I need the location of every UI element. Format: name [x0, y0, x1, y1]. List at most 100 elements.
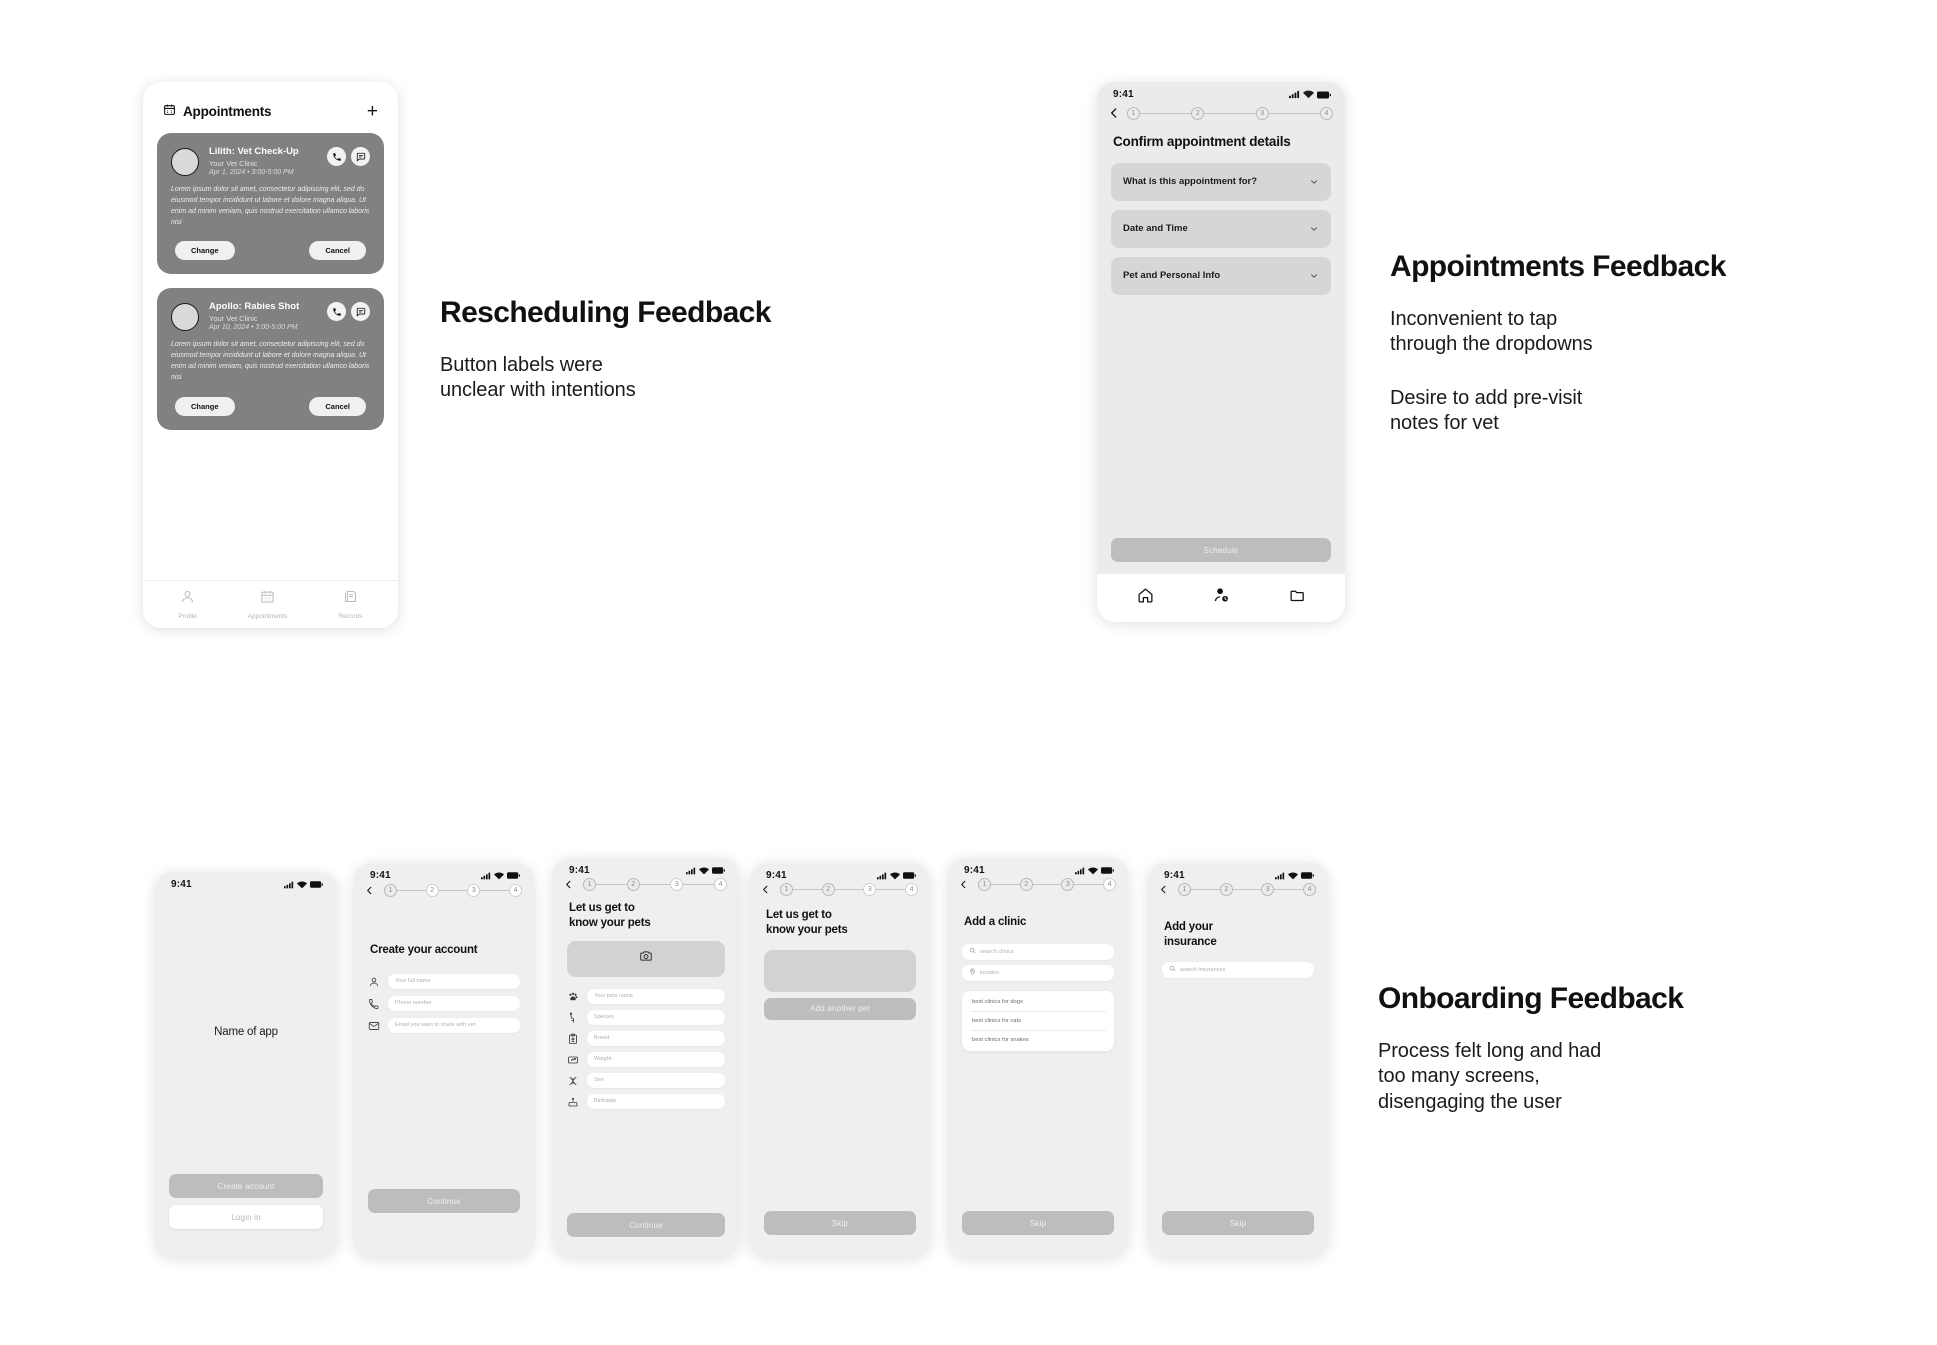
insurance-search-input[interactable]: search insurances — [1162, 961, 1314, 978]
step-4[interactable]: 4 — [714, 877, 728, 891]
bottom-tab-bar: Profile Appointments Records — [143, 580, 398, 628]
step-4[interactable]: 4 — [905, 882, 919, 896]
message-button[interactable] — [351, 147, 370, 166]
step-2[interactable]: 2 — [626, 877, 640, 891]
tab-appointments[interactable] — [1213, 587, 1230, 609]
step-2[interactable]: 2 — [1219, 882, 1233, 896]
step-1[interactable]: 1 — [780, 882, 793, 896]
step-connector — [876, 888, 906, 890]
tab-label: Appointments — [247, 613, 288, 620]
login-button[interactable]: Login in — [169, 1205, 323, 1229]
step-3[interactable]: 3 — [863, 882, 877, 896]
step-1[interactable]: 1 — [1127, 106, 1140, 120]
back-icon[interactable] — [364, 883, 378, 897]
step-3[interactable]: 3 — [1261, 882, 1275, 896]
add-another-pet-button[interactable]: Add another pet — [764, 997, 916, 1020]
continue-button[interactable]: Continue — [368, 1189, 520, 1213]
step-1[interactable]: 1 — [1178, 882, 1191, 896]
tab-records[interactable] — [1289, 587, 1306, 609]
email-input[interactable]: Email you want to share with vet — [388, 1017, 520, 1033]
full-name-input[interactable]: Your full name — [388, 973, 520, 989]
appointment-card[interactable]: Apollo: Rabies Shot Your Vet Clinic Apr … — [157, 288, 384, 430]
step-1[interactable]: 1 — [384, 883, 397, 897]
back-icon[interactable] — [563, 877, 577, 891]
skip-button[interactable]: Skip — [962, 1211, 1114, 1235]
create-account-button[interactable]: Create account — [169, 1174, 323, 1198]
continue-button[interactable]: Continue — [567, 1213, 725, 1237]
tab-appointments[interactable]: Appointments — [247, 589, 288, 620]
dropdown-pet-personal-info[interactable]: Pet and Personal Info — [1111, 256, 1331, 295]
step-3[interactable]: 3 — [467, 883, 481, 897]
change-button[interactable]: Change — [175, 241, 235, 261]
cancel-button[interactable]: Cancel — [309, 241, 366, 261]
list-item[interactable]: best clinics for dogs — [970, 993, 1106, 1012]
step-connector — [1032, 883, 1062, 885]
call-button[interactable] — [327, 147, 346, 166]
status-time: 9:41 — [1113, 89, 1134, 100]
species-input[interactable]: Species — [587, 1009, 725, 1025]
weight-input[interactable]: Weight — [587, 1051, 725, 1067]
clinic-suggestion-list: best clinics for dogs best clinics for c… — [962, 990, 1114, 1051]
appointment-datetime: Apr 1, 2024 • 3:00-5:00 PM — [209, 168, 294, 176]
app-name: Name of app — [214, 1026, 278, 1038]
change-button[interactable]: Change — [175, 396, 235, 416]
back-icon[interactable] — [958, 877, 972, 891]
step-4[interactable]: 4 — [1103, 877, 1117, 891]
step-1[interactable]: 1 — [978, 877, 991, 891]
clinic-search-input[interactable]: search clinics — [962, 943, 1114, 960]
calendar-icon — [260, 589, 275, 609]
phone-input[interactable]: Phone number — [388, 995, 520, 1011]
wifi-icon — [297, 880, 307, 888]
step-3[interactable]: 3 — [670, 877, 684, 891]
step-2[interactable]: 2 — [1191, 106, 1205, 120]
skip-button[interactable]: Skip — [764, 1211, 916, 1235]
location-row: location — [962, 964, 1114, 981]
step-3[interactable]: 3 — [1255, 106, 1269, 120]
battery-icon — [1317, 91, 1331, 98]
list-item[interactable]: best clinics for cats — [970, 1012, 1106, 1031]
back-icon[interactable] — [1158, 882, 1172, 896]
message-button[interactable] — [351, 302, 370, 322]
step-2[interactable]: 2 — [425, 883, 439, 897]
step-2[interactable]: 2 — [1019, 877, 1033, 891]
pet-name-input[interactable]: Your pets name — [587, 988, 725, 1004]
pet-card-placeholder[interactable] — [764, 949, 916, 992]
list-item[interactable]: best clinics for snakes — [970, 1031, 1106, 1049]
skip-button[interactable]: Skip — [1162, 1211, 1314, 1235]
schedule-button[interactable]: Schedule — [1111, 538, 1331, 562]
dropdown-appointment-type[interactable]: What is this appointment for? — [1111, 162, 1331, 201]
phone-icon — [368, 997, 380, 1010]
tab-records[interactable]: Records — [338, 589, 363, 620]
step-4[interactable]: 4 — [1303, 882, 1317, 896]
back-icon[interactable] — [1107, 106, 1121, 120]
add-appointment-button[interactable]: + — [367, 102, 378, 121]
step-4[interactable]: 4 — [509, 883, 523, 897]
step-indicator: 1 2 3 4 — [1148, 876, 1328, 896]
cancel-button[interactable]: Cancel — [309, 396, 366, 416]
breed-input[interactable]: Breed — [587, 1030, 725, 1046]
appointment-notes: Lorem ipsum dolor sit amet, consectetur … — [171, 186, 370, 226]
phone-pet-details: 9:41 1 2 3 4 Let us get to know your pet… — [553, 858, 739, 1257]
folder-icon — [1289, 587, 1306, 609]
step-3[interactable]: 3 — [1061, 877, 1075, 891]
chevron-down-icon — [1309, 224, 1319, 234]
tab-profile[interactable]: Profile — [178, 589, 197, 620]
dropdown-date-time[interactable]: Date and Time — [1111, 209, 1331, 248]
sex-input[interactable]: Sex — [587, 1072, 725, 1088]
call-button[interactable] — [327, 302, 346, 322]
pet-photo-upload[interactable] — [567, 940, 725, 977]
chevron-down-icon — [1309, 271, 1319, 281]
step-2[interactable]: 2 — [821, 882, 835, 896]
phone-welcome: 9:41 Name of app Create account Login in — [155, 872, 337, 1257]
step-1[interactable]: 1 — [583, 877, 596, 891]
annotation-rescheduling: Rescheduling Feedback Button labels were… — [440, 296, 910, 404]
tab-home[interactable] — [1137, 587, 1154, 609]
mail-icon — [368, 1019, 380, 1031]
step-4[interactable]: 4 — [1319, 106, 1333, 120]
appointment-card[interactable]: Lilith: Vet Check-Up Your Vet Clinic Apr… — [157, 133, 384, 275]
field-pet-name-row: Your pets name — [567, 988, 725, 1004]
field-email-row: Email you want to share with vet — [368, 1017, 520, 1033]
birthdate-input[interactable]: Birthdate — [587, 1093, 725, 1109]
location-input[interactable]: location — [962, 964, 1114, 981]
back-icon[interactable] — [760, 882, 774, 896]
